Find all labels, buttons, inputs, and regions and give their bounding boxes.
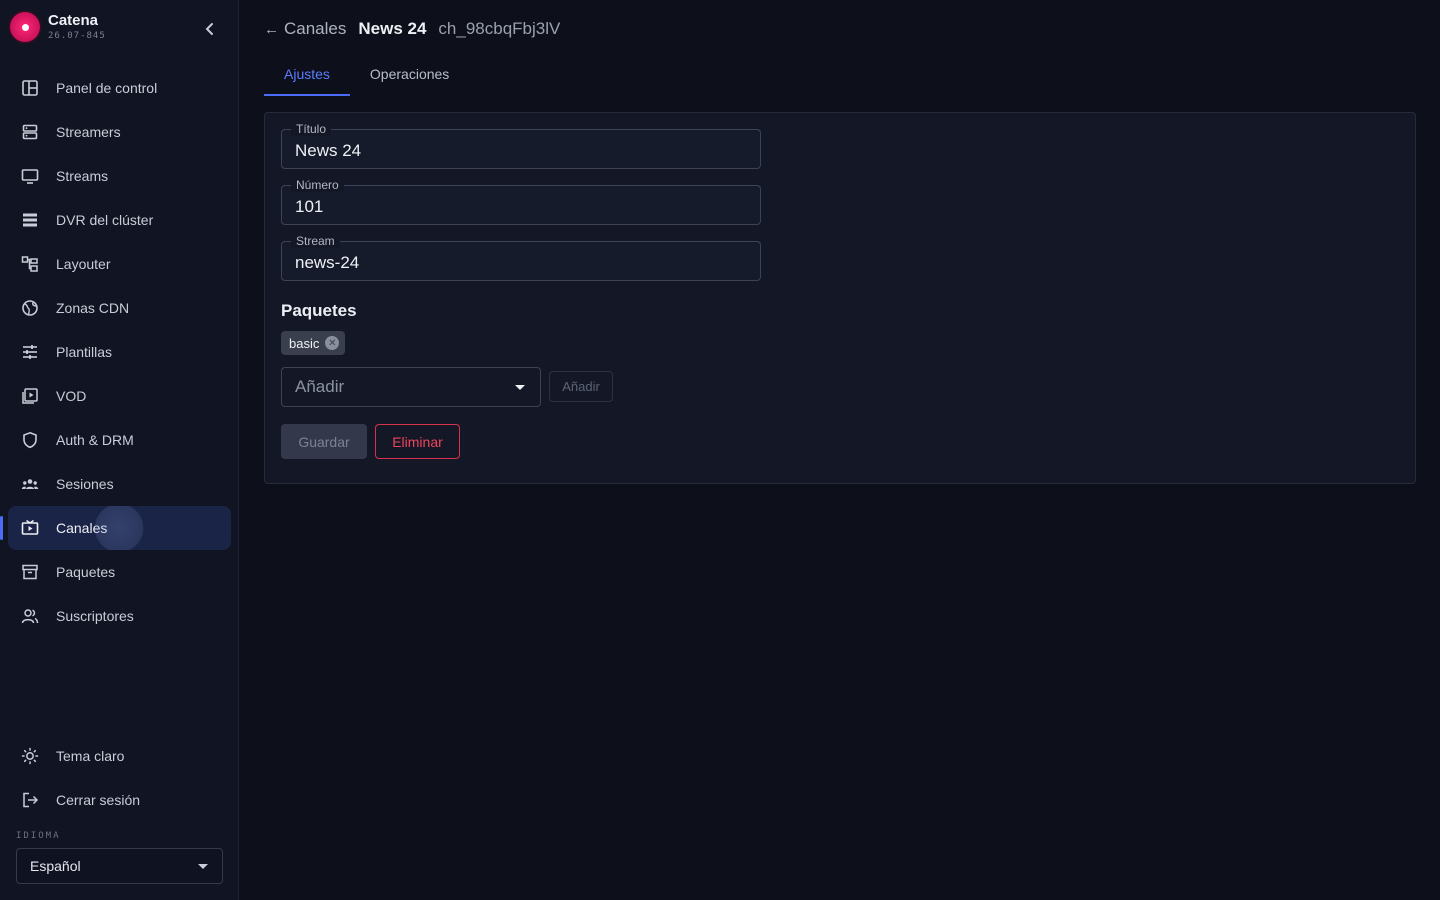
arrow-left-icon: ←: [264, 20, 279, 38]
package-chip: basic ✕: [281, 331, 346, 355]
tv-icon: [20, 518, 40, 538]
logout-label: Cerrar sesión: [56, 792, 141, 808]
sidebar-item-label: DVR del clúster: [56, 212, 154, 228]
bottom-nav: Tema claro Cerrar sesión: [8, 734, 231, 822]
number-input[interactable]: [282, 186, 760, 224]
tab-ajustes[interactable]: Ajustes: [264, 52, 350, 96]
breadcrumb: ← Canales News 24 ch_98cbqFbj3lV: [264, 18, 560, 40]
sidebar-item-sesiones[interactable]: Sesiones: [8, 462, 231, 506]
remove-chip-icon[interactable]: ✕: [325, 336, 340, 350]
title-field: Título: [281, 122, 761, 169]
monitor-icon: [20, 166, 40, 186]
sidebar: Catena 26.07-845 Panel de control Stream…: [0, 0, 239, 900]
back-link-label: Canales: [284, 19, 347, 38]
back-link[interactable]: ← Canales: [264, 19, 346, 39]
stream-field: Stream: [281, 234, 761, 281]
brand-version: 26.07-845: [48, 31, 106, 41]
tab-operaciones[interactable]: Operaciones: [350, 52, 469, 96]
sidebar-item-label: Suscriptores: [56, 608, 134, 624]
sidebar-item-streams[interactable]: Streams: [8, 154, 231, 198]
dashboard-icon: [20, 78, 40, 98]
save-button[interactable]: Guardar: [281, 424, 367, 459]
sidebar-item-label: VOD: [56, 388, 87, 404]
video-library-icon: [20, 386, 40, 406]
sidebar-item-label: Streamers: [56, 124, 121, 140]
server-icon: [20, 122, 40, 142]
title-input[interactable]: [282, 130, 760, 168]
sidebar-item-canales[interactable]: Canales: [0, 506, 231, 550]
sidebar-item-label: Zonas CDN: [56, 300, 130, 316]
package-select[interactable]: Añadir: [281, 367, 541, 407]
theme-toggle-button[interactable]: Tema claro: [8, 734, 231, 778]
page-title: News 24: [358, 19, 427, 38]
stream-input[interactable]: [282, 242, 760, 280]
shield-icon: [20, 430, 40, 450]
archive-icon: [20, 562, 40, 582]
sidebar-item-zonas-cdn[interactable]: Zonas CDN: [8, 286, 231, 330]
sliders-icon: [20, 342, 40, 362]
caret-down-icon: [198, 864, 208, 869]
theme-toggle-label: Tema claro: [56, 748, 125, 764]
package-select-placeholder: Añadir: [295, 377, 345, 396]
storage-icon: [20, 210, 40, 230]
language-value: Español: [30, 858, 81, 874]
channel-id: ch_98cbqFbj3lV: [438, 19, 561, 38]
brand-name: Catena: [48, 12, 99, 29]
logout-button[interactable]: Cerrar sesión: [8, 778, 231, 822]
packages-title: Paquetes: [281, 301, 357, 320]
sidebar-item-label: Auth & DRM: [56, 432, 134, 448]
sidebar-item-dvr[interactable]: DVR del clúster: [8, 198, 231, 242]
layout-icon: [20, 254, 40, 274]
main-nav: Panel de control Streamers Streams DVR d…: [0, 66, 231, 638]
language-select[interactable]: Español: [16, 848, 223, 884]
sidebar-item-auth-drm[interactable]: Auth & DRM: [8, 418, 231, 462]
sidebar-item-label: Streams: [56, 168, 109, 184]
sidebar-item-label: Layouter: [56, 256, 111, 272]
package-chip-label: basic: [289, 335, 320, 351]
caret-down-icon: [515, 385, 525, 390]
sidebar-item-suscriptores[interactable]: Suscriptores: [8, 594, 231, 638]
group-icon: [20, 474, 40, 494]
catena-logo-icon: [10, 12, 40, 42]
settings-card: Título Número Stream Paquetes basic ✕ Añ…: [264, 112, 1416, 484]
users-icon: [20, 606, 40, 626]
sidebar-item-layouter[interactable]: Layouter: [8, 242, 231, 286]
sun-icon: [20, 746, 40, 766]
sidebar-item-label: Sesiones: [56, 476, 114, 492]
collapse-sidebar-button[interactable]: [198, 18, 222, 40]
logout-icon: [20, 790, 40, 810]
globe-icon: [20, 298, 40, 318]
number-field: Número: [281, 178, 761, 225]
sidebar-item-label: Plantillas: [56, 344, 113, 360]
tabs: Ajustes Operaciones: [264, 52, 469, 96]
sidebar-item-label: Panel de control: [56, 80, 158, 96]
sidebar-item-panel-de-control[interactable]: Panel de control: [8, 66, 231, 110]
sidebar-item-paquetes[interactable]: Paquetes: [8, 550, 231, 594]
add-package-button[interactable]: Añadir: [549, 371, 613, 402]
sidebar-item-streamers[interactable]: Streamers: [8, 110, 231, 154]
chevron-left-icon: [205, 23, 213, 35]
sidebar-item-label: Paquetes: [56, 564, 116, 580]
delete-button[interactable]: Eliminar: [375, 424, 460, 459]
brand: Catena 26.07-845: [10, 12, 106, 42]
sidebar-item-label: Canales: [56, 520, 108, 536]
sidebar-item-plantillas[interactable]: Plantillas: [8, 330, 231, 374]
sidebar-item-vod[interactable]: VOD: [8, 374, 231, 418]
language-label: IDIOMA: [16, 831, 61, 841]
